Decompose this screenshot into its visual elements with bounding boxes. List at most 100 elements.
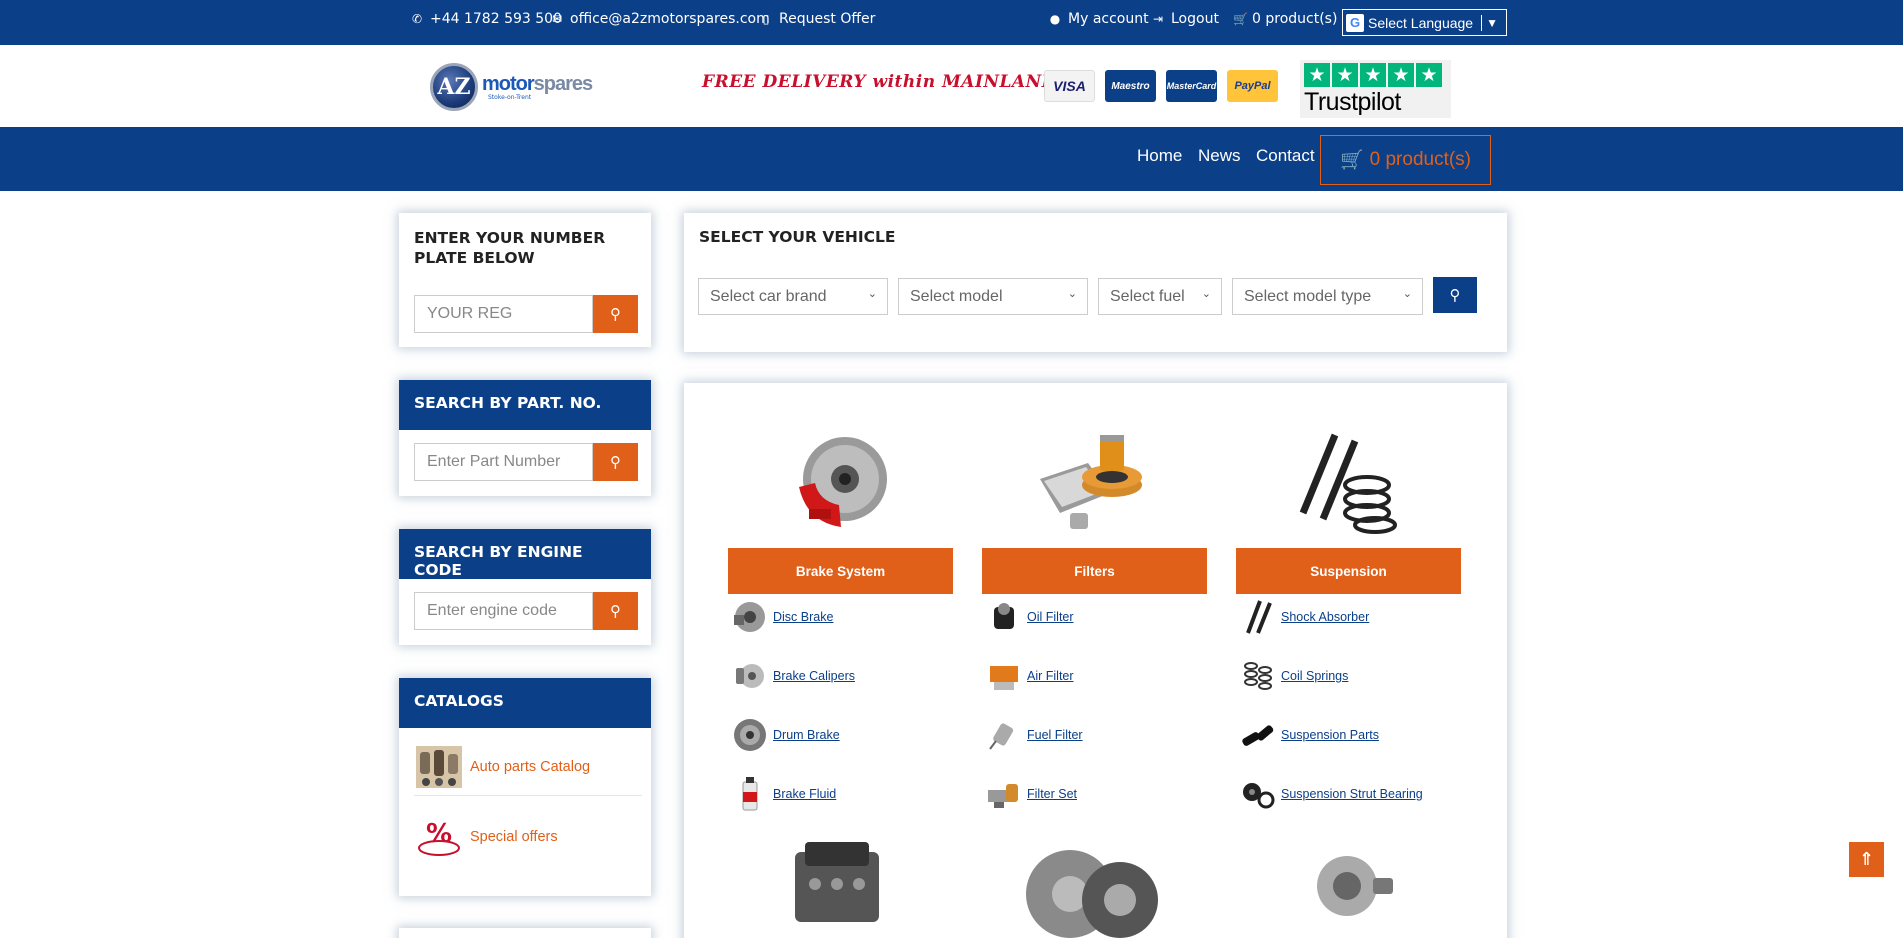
sub-item-brake-fluid[interactable]: Brake Fluid [730,774,836,814]
sub-item-drum-brake[interactable]: Drum Brake [730,715,840,755]
sub-item-suspension-strut-bearing[interactable]: Suspension Strut Bearing [1238,774,1423,814]
star-icon: ★ [1304,63,1330,87]
language-select[interactable]: G Select Language ▼ [1342,9,1507,36]
drum-brake-icon [730,715,770,755]
email-link[interactable]: ✉ office@a2zmotorspares.com [551,11,770,27]
star-icon: ★ [1416,63,1442,87]
request-offer-link[interactable]: ▯ Request Offer [760,11,876,27]
site-logo[interactable]: AZ motorspares Stoke-on-Trent [430,63,593,111]
coil-spring-icon [1238,656,1278,696]
paypal-icon: PayPal [1227,70,1278,102]
cart-icon: 🛒 [1339,150,1364,171]
special-offers-icon: % [414,812,464,862]
sub-item-filter-set[interactable]: Filter Set [984,774,1077,814]
reg-search-panel: ENTER YOUR NUMBER PLATE BELOW YOUR REG ⚲ [399,213,651,347]
clutch-category-image[interactable] [1020,838,1158,938]
star-icon: ★ [1360,63,1386,87]
filters-image[interactable] [1034,427,1154,537]
disc-brake-icon [730,597,770,637]
model-type-select[interactable]: Select model type ⌄ [1232,278,1423,315]
filters-button[interactable]: Filters [982,548,1207,594]
language-divider [1481,14,1483,31]
catalog-item-special-offers[interactable]: % Special offers [414,808,642,866]
trustpilot-stars: ★ ★ ★ ★ ★ [1304,63,1447,87]
trustpilot-widget[interactable]: ★ ★ ★ ★ ★ Trustpilot [1300,60,1451,118]
logout-icon: ⇥ [1152,12,1164,26]
envelope-icon: ✉ [551,12,563,26]
suspension-parts-icon [1238,715,1278,755]
star-icon: ★ [1388,63,1414,87]
engine-code-input[interactable]: Enter engine code [414,592,593,630]
phone-icon: ✆ [411,12,423,26]
engine-category-image[interactable] [779,838,899,938]
nav-contact[interactable]: Contact [1256,146,1315,166]
language-arrow-icon: ▼ [1486,15,1498,30]
maestro-card-icon: Maestro [1105,70,1156,102]
model-select[interactable]: Select model ⌄ [898,278,1088,315]
brake-fluid-icon [730,774,770,814]
top-cart-link[interactable]: 🛒 0 product(s) [1233,11,1337,27]
car-brand-select[interactable]: Select car brand ⌄ [698,278,888,315]
vehicle-select-panel: SELECT YOUR VEHICLE Select car brand ⌄ Se… [684,213,1507,352]
phone-link[interactable]: ✆ +44 1782 593 500 [411,11,562,27]
oil-filter-icon [984,597,1024,637]
brake-system-image[interactable] [779,427,899,537]
chevron-down-icon: ⌄ [867,288,877,300]
my-account-link[interactable]: ● My account [1049,11,1149,27]
part-number-title: SEARCH BY PART. NO. [399,380,651,430]
nav-news[interactable]: News [1198,146,1241,166]
back-to-top-button[interactable]: ⇑ [1849,842,1884,877]
main-nav: Home News Contact 🛒 0 product(s) [0,127,1903,191]
sub-item-coil-springs[interactable]: Coil Springs [1238,656,1348,696]
search-icon: ⚲ [1449,286,1461,304]
auto-parts-catalog-icon [414,742,464,792]
document-icon: ▯ [762,12,770,26]
reg-input[interactable]: YOUR REG [414,295,593,333]
sub-item-fuel-filter[interactable]: Fuel Filter [984,715,1083,755]
top-bar: ✆ +44 1782 593 500 ✉ office@a2zmotorspar… [0,0,1903,45]
reg-search-title: ENTER YOUR NUMBER PLATE BELOW [414,229,606,267]
filter-set-icon [984,774,1024,814]
svg-text:%: % [426,819,452,849]
suspension-image[interactable] [1289,427,1409,537]
air-filter-icon [984,656,1024,696]
chevron-double-up-icon: ⇑ [1858,849,1875,870]
part-number-input[interactable]: Enter Part Number [414,443,593,481]
sub-item-shock-absorber[interactable]: Shock Absorber [1238,597,1369,637]
nav-home[interactable]: Home [1137,146,1182,166]
star-icon: ★ [1332,63,1358,87]
sidebar-next-panel [399,928,651,938]
search-icon: ⚲ [610,453,621,471]
part-number-search-button[interactable]: ⚲ [593,443,638,481]
chevron-down-icon: ⌄ [1402,288,1412,300]
sub-item-disc-brake[interactable]: Disc Brake [730,597,833,637]
vehicle-search-button[interactable]: ⚲ [1433,277,1477,313]
suspension-button[interactable]: Suspension [1236,548,1461,594]
sub-item-air-filter[interactable]: Air Filter [984,656,1074,696]
trustpilot-label: Trustpilot [1304,88,1401,116]
engine-code-search-button[interactable]: ⚲ [593,592,638,630]
catalogs-panel: CATALOGS Auto parts Catalog % Special of… [399,678,651,896]
sub-item-brake-calipers[interactable]: Brake Calipers [730,656,855,696]
engine-code-panel: SEARCH BY ENGINE CODE Enter engine code … [399,529,651,645]
sub-item-oil-filter[interactable]: Oil Filter [984,597,1074,637]
google-icon: G [1346,13,1364,32]
catalogs-title: CATALOGS [399,678,651,728]
nav-cart-button[interactable]: 🛒 0 product(s) [1320,135,1491,185]
logout-link[interactable]: ⇥ Logout [1152,11,1219,27]
brake-system-button[interactable]: Brake System [728,548,953,594]
mastercard-icon: MasterCard [1166,70,1217,102]
chevron-down-icon: ⌄ [1067,288,1077,300]
visa-card-icon: VISA [1044,70,1095,102]
brake-caliper-icon [730,656,770,696]
sub-item-suspension-parts[interactable]: Suspension Parts [1238,715,1379,755]
search-icon: ⚲ [610,602,621,620]
chevron-down-icon: ⌄ [1201,288,1211,300]
reg-search-button[interactable]: ⚲ [593,295,638,333]
fuel-select[interactable]: Select fuel ⌄ [1098,278,1222,315]
steering-category-image[interactable] [1289,838,1409,938]
catalog-item-auto-parts[interactable]: Auto parts Catalog [414,738,642,796]
user-icon: ● [1049,12,1061,26]
engine-code-title: SEARCH BY ENGINE CODE [399,529,651,579]
vehicle-select-title: SELECT YOUR VEHICLE [699,228,896,246]
